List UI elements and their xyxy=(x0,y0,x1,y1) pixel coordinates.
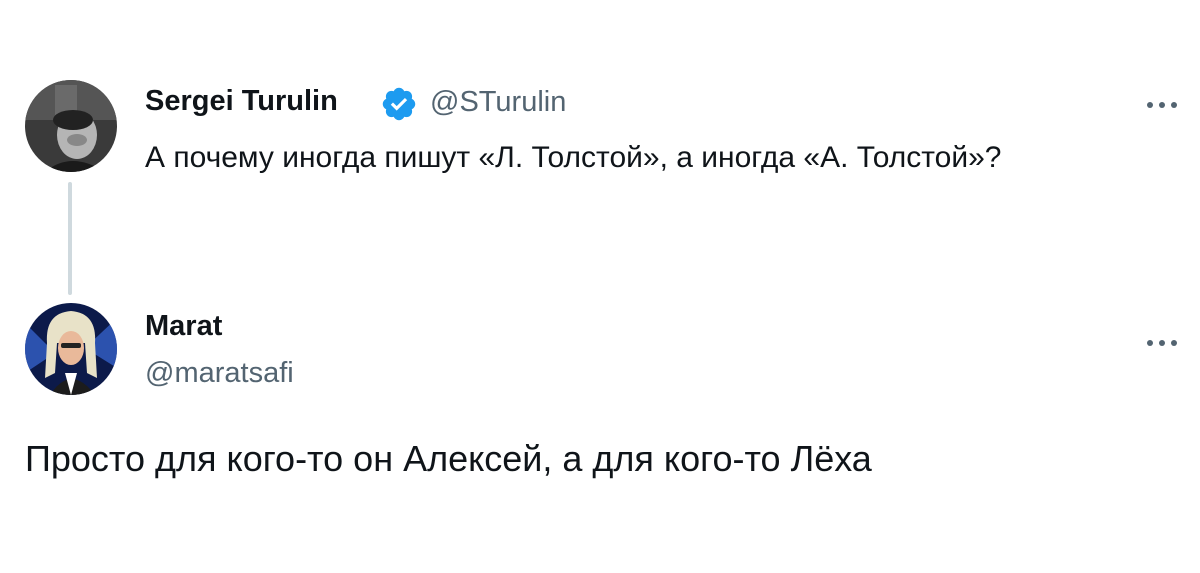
reply-text: Просто для кого-то он Алексей, а для ког… xyxy=(25,438,872,479)
reply-author-avatar[interactable] xyxy=(25,303,117,395)
tweet-text: А почему иногда пишут «Л. Толстой», а ин… xyxy=(145,141,1002,174)
author-avatar[interactable] xyxy=(25,80,117,172)
more-options-icon[interactable] xyxy=(1142,335,1182,351)
thread-connector-line xyxy=(68,182,72,295)
reply-author-handle[interactable]: @maratsafi xyxy=(145,357,294,390)
author-avatar-image xyxy=(25,80,117,172)
reply-author-name[interactable]: Marat xyxy=(145,310,222,343)
verified-badge-icon[interactable] xyxy=(380,85,418,123)
more-options-icon[interactable] xyxy=(1142,97,1182,113)
reply-avatar-image xyxy=(25,303,117,395)
author-handle[interactable]: @STurulin xyxy=(430,86,566,119)
author-name[interactable]: Sergei Turulin xyxy=(145,85,338,118)
